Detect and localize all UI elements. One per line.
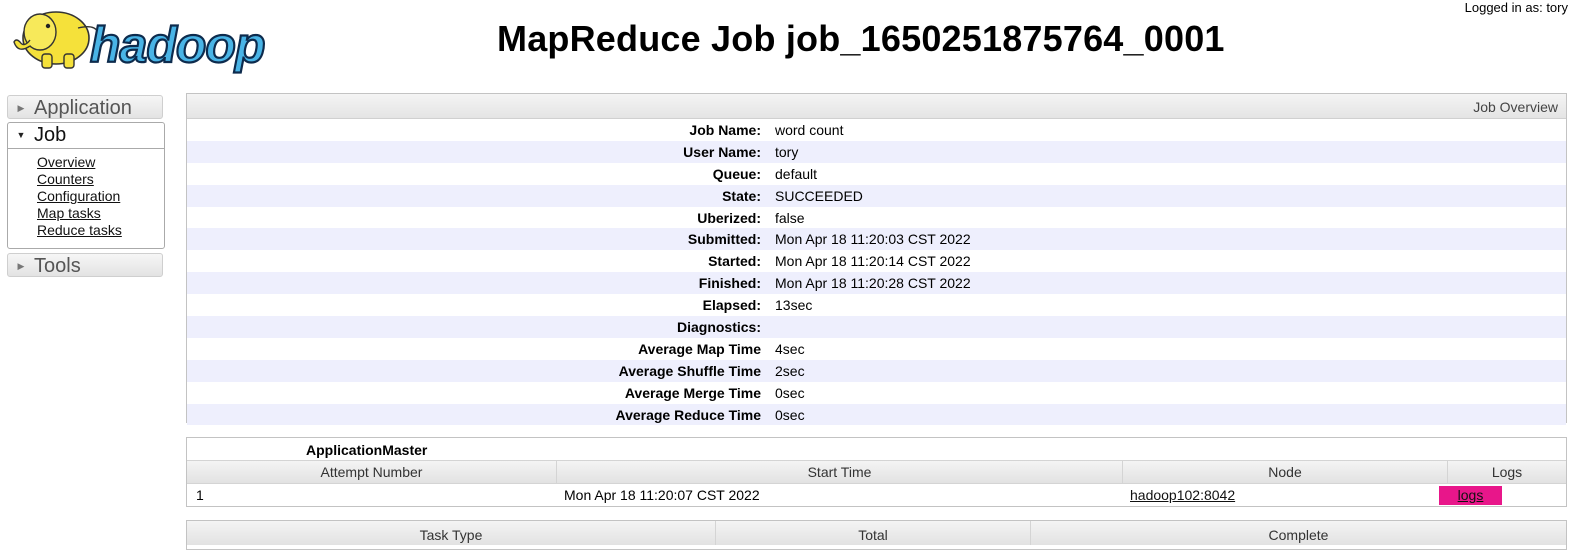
triangle-down-icon: ▼: [16, 130, 26, 140]
nav-reduce-tasks-link[interactable]: Reduce tasks: [37, 222, 122, 238]
logged-in-user: Logged in as: tory: [1464, 0, 1568, 15]
overview-key: Started:: [708, 253, 761, 270]
overview-value: 2sec: [775, 362, 805, 379]
overview-key: Elapsed:: [702, 297, 761, 314]
overview-value: 4sec: [775, 340, 805, 357]
application-master-caption: ApplicationMaster: [306, 442, 428, 458]
overview-key: Queue:: [712, 165, 761, 182]
column-header-node[interactable]: Node: [1123, 461, 1448, 483]
nav-overview-link[interactable]: Overview: [37, 154, 95, 170]
triangle-right-icon: ▶: [17, 103, 25, 113]
sidebar-item-tools[interactable]: ▶ Tools: [7, 253, 163, 277]
overview-row: Diagnostics:: [187, 316, 1566, 338]
overview-value: Mon Apr 18 11:20:03 CST 2022: [775, 231, 971, 248]
overview-key: Job Name:: [689, 122, 761, 138]
overview-value: false: [775, 209, 805, 226]
application-master-header: Attempt Number Start Time Node Logs: [187, 460, 1566, 484]
overview-row: User Name: tory: [187, 140, 1566, 163]
sidebar-application-label: Application: [34, 97, 132, 119]
column-header-attempt[interactable]: Attempt Number: [187, 461, 557, 483]
nav-map-tasks-link[interactable]: Map tasks: [37, 205, 101, 221]
job-nav-list: Overview Counters Configuration Map task…: [8, 149, 164, 239]
sidebar-job-section: ▼ Job Overview Counters Configuration Map…: [7, 122, 165, 249]
table-row: 1 Mon Apr 18 11:20:07 CST 2022 hadoop102…: [187, 484, 1566, 506]
overview-value: tory: [775, 143, 799, 160]
overview-key: State:: [722, 187, 761, 204]
overview-key: Finished:: [698, 275, 761, 292]
overview-key: Uberized:: [697, 209, 761, 226]
overview-row: Submitted: Mon Apr 18 11:20:03 CST 2022: [187, 228, 1566, 251]
overview-row: Average Merge Time 0sec: [187, 382, 1566, 404]
sidebar-tools-label: Tools: [34, 255, 81, 277]
job-overview-heading: Job Overview: [187, 94, 1566, 119]
overview-value: 0sec: [775, 384, 805, 401]
overview-key: Submitted:: [687, 231, 761, 248]
overview-value: SUCCEEDED: [775, 187, 863, 204]
overview-key: User Name:: [683, 143, 761, 160]
overview-key: Average Shuffle Time: [618, 362, 761, 379]
overview-row: Uberized: false: [187, 207, 1566, 229]
overview-row: Finished: Mon Apr 18 11:20:28 CST 2022: [187, 272, 1566, 295]
overview-row: Queue: default: [187, 163, 1566, 185]
column-header-total[interactable]: Total: [716, 521, 1031, 545]
column-header-task-type[interactable]: Task Type: [187, 521, 716, 545]
overview-value: word count: [775, 122, 844, 138]
page-title: MapReduce Job job_1650251875764_0001: [497, 18, 1225, 59]
overview-value: default: [775, 165, 818, 182]
overview-key: Diagnostics:: [676, 319, 761, 336]
column-header-complete[interactable]: Complete: [1031, 521, 1566, 545]
overview-row: Average Map Time 4sec: [187, 338, 1566, 360]
overview-value: Mon Apr 18 11:20:14 CST 2022: [775, 253, 971, 270]
overview-value: 13sec: [775, 297, 813, 314]
sidebar-item-application[interactable]: ▶ Application: [7, 95, 163, 119]
job-overview-table: Job Overview Job Name: word count User Na…: [186, 93, 1567, 426]
overview-value: Mon Apr 18 11:20:28 CST 2022: [775, 275, 971, 292]
hadoop-wordmark: hadoop: [90, 17, 265, 73]
nav-counters-link[interactable]: Counters: [37, 171, 94, 187]
application-master-table: ApplicationMaster Attempt Number Start T…: [186, 437, 1567, 507]
hadoop-elephant-icon: hadoop: [13, 11, 267, 74]
column-header-start-time[interactable]: Start Time: [557, 461, 1123, 483]
start-time-cell: Mon Apr 18 11:20:07 CST 2022: [564, 487, 760, 503]
nav-configuration-link[interactable]: Configuration: [37, 188, 120, 204]
overview-row: State: SUCCEEDED: [187, 184, 1566, 207]
overview-row: Average Reduce Time 0sec: [187, 403, 1566, 426]
overview-key: Average Reduce Time: [615, 406, 761, 423]
tasks-header: Task Type Total Complete: [187, 521, 1566, 545]
hadoop-logo[interactable]: hadoop: [8, 2, 308, 74]
overview-row: Job Name: word count: [187, 119, 1566, 141]
column-header-logs[interactable]: Logs: [1448, 461, 1566, 483]
triangle-right-icon: ▶: [17, 261, 25, 271]
overview-row: Started: Mon Apr 18 11:20:14 CST 2022: [187, 250, 1566, 272]
overview-value: 0sec: [775, 406, 805, 423]
attempt-number-cell: 1: [196, 487, 204, 503]
job-overview-rows: Job Name: word count User Name: tory Queue…: [187, 119, 1566, 426]
tasks-table: Task Type Total Complete: [186, 520, 1567, 550]
sidebar-job-label: Job: [34, 124, 67, 146]
overview-row: Elapsed: 13sec: [187, 294, 1566, 316]
logs-link[interactable]: logs: [1439, 486, 1502, 505]
node-link[interactable]: hadoop102:8042: [1130, 487, 1235, 503]
overview-key: Average Merge Time: [624, 384, 761, 401]
sidebar-item-job[interactable]: ▼ Job: [8, 123, 164, 149]
overview-value: [775, 316, 1566, 338]
overview-key: Average Map Time: [638, 340, 761, 357]
overview-row: Average Shuffle Time 2sec: [187, 359, 1566, 382]
